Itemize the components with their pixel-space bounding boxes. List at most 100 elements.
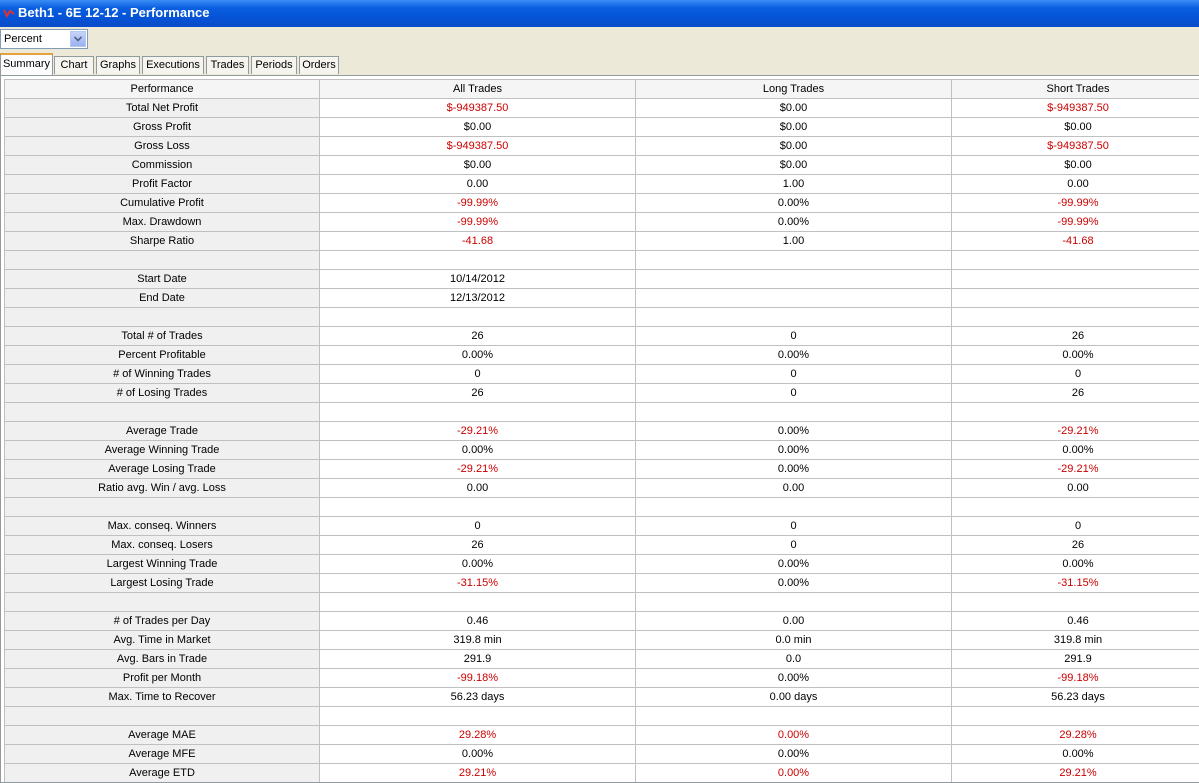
table-row	[4, 402, 1199, 422]
table-row: Max. Drawdown -99.99% 0.00% -99.99%	[4, 212, 1199, 232]
cell-all-trades: 0.00	[319, 174, 636, 194]
cell-long-trades: 0.00%	[635, 744, 952, 764]
row-label: Start Date	[4, 269, 320, 289]
table-row: Cumulative Profit -99.99% 0.00% -99.99%	[4, 193, 1199, 213]
cell-all-trades: 291.9	[319, 649, 636, 669]
cell-short-trades: -99.18%	[951, 668, 1199, 688]
tab-trades[interactable]: Trades	[206, 56, 249, 74]
cell-long-trades: 0	[635, 326, 952, 346]
cell-all-trades	[319, 706, 636, 726]
cell-long-trades: 0	[635, 364, 952, 384]
cell-all-trades	[319, 307, 636, 327]
cell-all-trades: 26	[319, 535, 636, 555]
row-label: Average Trade	[4, 421, 320, 441]
row-label: Average Winning Trade	[4, 440, 320, 460]
cell-all-trades: $-949387.50	[319, 98, 636, 118]
tab-chart[interactable]: Chart	[54, 56, 94, 74]
cell-all-trades: -99.18%	[319, 668, 636, 688]
cell-all-trades: 0.00%	[319, 440, 636, 460]
cell-long-trades: $0.00	[635, 136, 952, 156]
cell-long-trades	[635, 250, 952, 270]
tab-summary[interactable]: Summary	[0, 53, 53, 75]
performance-grid[interactable]: Performance All Trades Long Trades Short…	[0, 75, 1199, 783]
cell-long-trades: 0.0	[635, 649, 952, 669]
row-label: Sharpe Ratio	[4, 231, 320, 251]
window-title: Beth1 - 6E 12-12 - Performance	[18, 5, 210, 20]
row-label: Avg. Bars in Trade	[4, 649, 320, 669]
dropdown-button[interactable]	[70, 31, 86, 47]
table-row: Profit Factor 0.00 1.00 0.00	[4, 174, 1199, 194]
table-row: Average MFE 0.00% 0.00% 0.00%	[4, 744, 1199, 764]
row-label: Commission	[4, 155, 320, 175]
cell-long-trades: 0.0 min	[635, 630, 952, 650]
column-header-performance[interactable]: Performance	[4, 79, 320, 99]
cell-all-trades	[319, 592, 636, 612]
cell-all-trades: -41.68	[319, 231, 636, 251]
row-label: Max. conseq. Winners	[4, 516, 320, 536]
table-row: Commission $0.00 $0.00 $0.00	[4, 155, 1199, 175]
table-row: Max. Time to Recover 56.23 days 0.00 days 5…	[4, 687, 1199, 707]
tab-periods[interactable]: Periods	[251, 56, 297, 74]
cell-all-trades: $-949387.50	[319, 136, 636, 156]
cell-long-trades: 0.00%	[635, 421, 952, 441]
row-label: Average MAE	[4, 725, 320, 745]
cell-short-trades	[951, 269, 1199, 289]
cell-short-trades	[951, 402, 1199, 422]
table-row: Ratio avg. Win / avg. Loss 0.00 0.00 0.00	[4, 478, 1199, 498]
row-label	[4, 592, 320, 612]
table-row: Average MAE 29.28% 0.00% 29.28%	[4, 725, 1199, 745]
cell-all-trades	[319, 402, 636, 422]
cell-all-trades: 0	[319, 516, 636, 536]
table-row: Sharpe Ratio -41.68 1.00 -41.68	[4, 231, 1199, 251]
row-label	[4, 307, 320, 327]
tab-orders[interactable]: Orders	[299, 56, 339, 74]
tab-strip: Summary Chart Graphs Executions Trades P…	[0, 53, 1199, 75]
tab-executions[interactable]: Executions	[142, 56, 204, 74]
row-label: Profit Factor	[4, 174, 320, 194]
cell-short-trades: 0.00	[951, 174, 1199, 194]
row-label: Average ETD	[4, 763, 320, 782]
table-row: Largest Losing Trade -31.15% 0.00% -31.15%	[4, 573, 1199, 593]
cell-long-trades: 0.00	[635, 478, 952, 498]
cell-short-trades: 56.23 days	[951, 687, 1199, 707]
row-label	[4, 402, 320, 422]
cell-short-trades	[951, 307, 1199, 327]
row-label: Profit per Month	[4, 668, 320, 688]
column-header-long-trades[interactable]: Long Trades	[635, 79, 952, 99]
row-label: # of Trades per Day	[4, 611, 320, 631]
display-mode-select[interactable]: Percent	[0, 29, 88, 49]
cell-short-trades: 0.00%	[951, 440, 1199, 460]
column-header-short-trades[interactable]: Short Trades	[951, 79, 1199, 99]
tab-graphs[interactable]: Graphs	[96, 56, 140, 74]
row-label: Gross Profit	[4, 117, 320, 137]
row-label: Max. Drawdown	[4, 212, 320, 232]
display-mode-value: Percent	[4, 33, 42, 45]
cell-all-trades: 0	[319, 364, 636, 384]
cell-long-trades: 0.00%	[635, 763, 952, 782]
row-label: Avg. Time in Market	[4, 630, 320, 650]
row-label: Largest Losing Trade	[4, 573, 320, 593]
cell-long-trades: $0.00	[635, 117, 952, 137]
cell-all-trades: 26	[319, 326, 636, 346]
cell-long-trades: 0.00%	[635, 668, 952, 688]
row-label: Max. conseq. Losers	[4, 535, 320, 555]
cell-all-trades: 0.00	[319, 478, 636, 498]
cell-all-trades: -99.99%	[319, 212, 636, 232]
table-row	[4, 497, 1199, 517]
header-row: Performance All Trades Long Trades Short…	[4, 79, 1199, 99]
table-row: Gross Profit $0.00 $0.00 $0.00	[4, 117, 1199, 137]
cell-short-trades: 26	[951, 326, 1199, 346]
cell-long-trades: 1.00	[635, 231, 952, 251]
cell-long-trades: 0	[635, 383, 952, 403]
cell-all-trades: 56.23 days	[319, 687, 636, 707]
cell-long-trades: $0.00	[635, 98, 952, 118]
table-row: Average Winning Trade 0.00% 0.00% 0.00%	[4, 440, 1199, 460]
column-header-all-trades[interactable]: All Trades	[319, 79, 636, 99]
row-label: Gross Loss	[4, 136, 320, 156]
cell-short-trades: 291.9	[951, 649, 1199, 669]
cell-long-trades: 0.00%	[635, 212, 952, 232]
cell-long-trades: 0.00%	[635, 573, 952, 593]
cell-all-trades: -29.21%	[319, 421, 636, 441]
table-row: Start Date 10/14/2012	[4, 269, 1199, 289]
cell-short-trades: $0.00	[951, 155, 1199, 175]
